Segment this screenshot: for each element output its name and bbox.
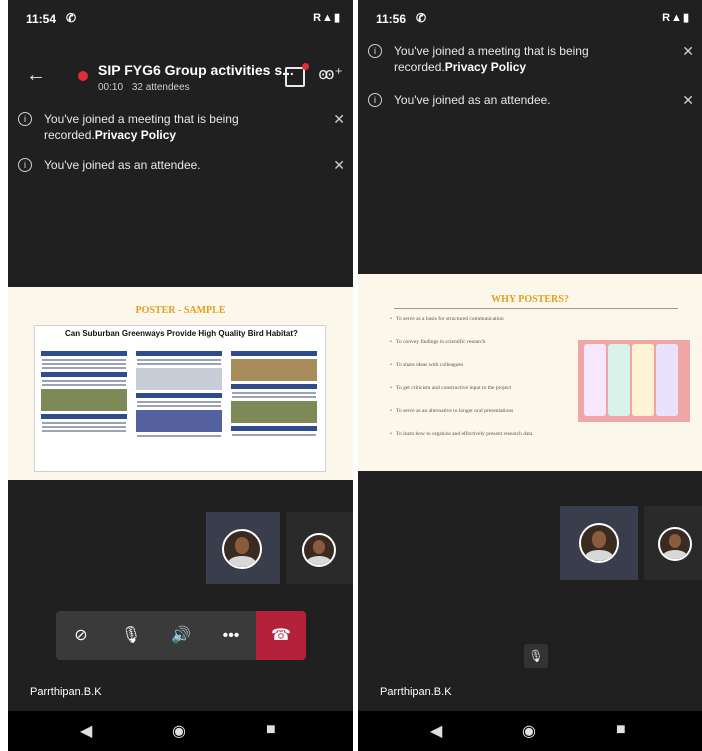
android-nav-bar: ◀ ◉ ■	[358, 711, 702, 751]
speaker-icon[interactable]: 🔊	[156, 611, 206, 660]
presenter-name: Parrthipan.B.K	[380, 686, 452, 698]
status-bar: 11:56 ✆ R▲▮	[358, 0, 702, 40]
poster-column	[134, 348, 224, 466]
camera-off-icon[interactable]: ⊘	[56, 611, 106, 660]
more-options-button[interactable]: •••	[206, 611, 256, 660]
presenter-name: Parrthipan.B.K	[30, 686, 102, 698]
video-tile-presenter[interactable]	[644, 506, 702, 580]
close-icon[interactable]: ✕	[682, 43, 694, 59]
left-phone-screen: 11:54 ✆ R▲▮ ← SIP FYG6 Group activities …	[8, 0, 353, 751]
slide-title: WHY POSTERS?	[491, 294, 569, 305]
nav-home-icon[interactable]: ◉	[522, 721, 536, 741]
chat-badge	[302, 63, 309, 70]
bullet-list: To serve as a basis for structured commu…	[390, 316, 595, 454]
phone-icon: ✆	[416, 11, 427, 25]
nav-recents-icon[interactable]: ■	[266, 721, 276, 739]
avatar	[222, 529, 262, 569]
meeting-header: ← SIP FYG6 Group activities s... 00:10 3…	[8, 52, 353, 102]
info-icon: i	[368, 93, 382, 107]
poster-column	[229, 348, 319, 466]
close-icon[interactable]: ✕	[333, 111, 345, 127]
video-tile-presenter[interactable]	[286, 512, 353, 584]
meeting-title: SIP FYG6 Group activities s...	[98, 62, 294, 78]
poster-title: Can Suburban Greenways Provide High Qual…	[65, 329, 298, 338]
slide-title: POSTER - SAMPLE	[135, 305, 226, 316]
participants-add-icon[interactable]: ꙭ⁺	[318, 64, 343, 84]
bullet-item: To share ideas with colleagues	[390, 362, 595, 368]
info-icon: i	[18, 112, 32, 126]
info-icon: i	[368, 44, 382, 58]
status-time: 11:54	[26, 12, 57, 26]
privacy-policy-link[interactable]: Privacy Policy	[95, 128, 176, 142]
recording-dot-icon	[78, 71, 88, 81]
mic-off-icon: 🎙	[524, 644, 548, 668]
question-cards-illustration	[578, 340, 690, 422]
call-controls: ⊘ 🎙 🔊 ••• ☎	[56, 611, 306, 660]
signal-icon: R▲▮	[313, 12, 341, 24]
meeting-elapsed: 00:10	[98, 82, 124, 93]
end-call-button[interactable]: ☎	[256, 611, 306, 660]
nav-back-icon[interactable]: ◀	[80, 721, 92, 741]
notice-text: You've joined as an attendee.	[394, 93, 551, 107]
chat-icon[interactable]	[285, 63, 309, 87]
bullet-item: To serve as an alternative to longer ora…	[390, 408, 595, 414]
title-underline	[394, 308, 678, 309]
status-bar: 11:54 ✆ R▲▮	[8, 0, 353, 40]
status-time: 11:56	[376, 12, 407, 26]
poster-image: Can Suburban Greenways Provide High Qual…	[34, 325, 326, 472]
notice-text: You've joined as an attendee.	[44, 158, 201, 172]
avatar	[302, 533, 336, 567]
privacy-policy-link[interactable]: Privacy Policy	[445, 60, 526, 74]
avatar	[579, 523, 619, 563]
bullet-item: To get criticism and constructive input …	[390, 385, 595, 391]
close-icon[interactable]: ✕	[682, 92, 694, 108]
meeting-subtitle: 00:10 32 attendees	[98, 82, 196, 93]
info-icon: i	[18, 158, 32, 172]
close-icon[interactable]: ✕	[333, 157, 345, 173]
signal-icon: R▲▮	[662, 12, 690, 24]
phone-icon: ✆	[66, 11, 77, 25]
shared-slide: WHY POSTERS? To serve as a basis for str…	[358, 274, 702, 471]
meeting-attendees: 32 attendees	[131, 82, 190, 93]
android-nav-bar: ◀ ◉ ■	[8, 711, 353, 751]
video-tile-self[interactable]	[206, 512, 280, 584]
bullet-item: To serve as a basis for structured commu…	[390, 316, 595, 322]
nav-back-icon[interactable]: ◀	[430, 721, 442, 741]
mic-off-icon[interactable]: 🎙	[106, 611, 156, 660]
avatar	[658, 527, 692, 561]
shared-slide: POSTER - SAMPLE Can Suburban Greenways P…	[8, 287, 353, 480]
poster-column	[39, 348, 129, 466]
bullet-item: To learn how to organize and effectively…	[390, 431, 595, 437]
nav-recents-icon[interactable]: ■	[616, 721, 626, 739]
back-arrow-icon[interactable]: ←	[26, 64, 46, 87]
right-phone-screen: 11:56 ✆ R▲▮ i You've joined a meeting th…	[358, 0, 702, 751]
video-tile-self[interactable]	[560, 506, 638, 580]
nav-home-icon[interactable]: ◉	[172, 721, 186, 741]
bullet-item: To convey findings in scientific researc…	[390, 339, 595, 345]
